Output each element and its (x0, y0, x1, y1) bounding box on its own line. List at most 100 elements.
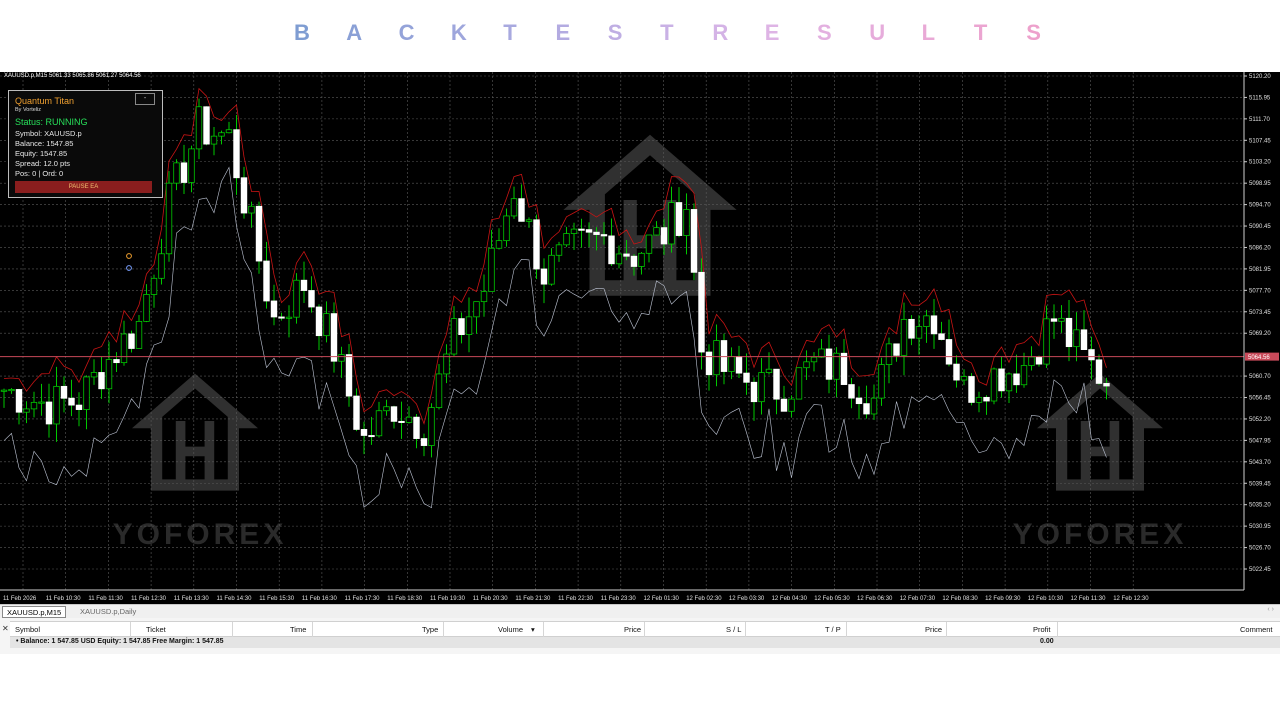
time-label: 12 Feb 09:30 (985, 596, 1021, 602)
candle (968, 373, 975, 406)
price-label: 5022.45 (1249, 567, 1271, 573)
ea-title: Quantum Titan (15, 96, 75, 106)
sort-arrow-icon[interactable]: ▾ (531, 625, 535, 634)
banner-letter: A (346, 20, 363, 45)
candle (68, 379, 75, 417)
time-label: 11 Feb 23:30 (601, 596, 637, 602)
candle (960, 369, 968, 386)
column-header-tp[interactable]: T / P (825, 625, 841, 634)
candle (443, 344, 450, 384)
candle (375, 401, 383, 438)
price-chart[interactable]: YOFOREX YOFOREX 5064.56 5120.205115.9551… (0, 72, 1280, 604)
column-header-type[interactable]: Type (422, 625, 438, 634)
candle (233, 115, 240, 195)
candle (225, 121, 233, 134)
candle (840, 339, 848, 385)
trade-exit-marker (126, 265, 132, 271)
candle (23, 401, 30, 424)
candle (143, 284, 150, 323)
candle (683, 193, 690, 255)
tab-scroll-arrows[interactable]: ‹ › (1267, 606, 1274, 613)
time-label: 12 Feb 08:30 (942, 596, 978, 602)
candle (458, 312, 465, 344)
candle (1073, 312, 1080, 362)
candle (398, 401, 405, 439)
minimize-button[interactable]: - (135, 93, 155, 105)
candle (383, 399, 390, 416)
candle (578, 218, 585, 248)
candle (825, 334, 833, 394)
candle (563, 226, 570, 247)
candle (345, 343, 353, 407)
time-axis[interactable]: 11 Feb 2026 11 Feb 10:30 11 Feb 11:30 11 Fe… (0, 589, 1244, 602)
balance-summary: • Balance: 1 547.85 USD Equity: 1 547.85… (16, 638, 224, 645)
column-header-price[interactable]: Price (624, 625, 641, 634)
candle (713, 324, 720, 387)
candle (1095, 354, 1103, 385)
column-header-sl[interactable]: S / L (726, 625, 741, 634)
candle (428, 403, 435, 458)
price-axis[interactable]: 5120.20 5115.95 5111.70 5107.45 5103.20 5098.… (1243, 72, 1271, 590)
candle (165, 171, 173, 262)
candle (53, 366, 60, 442)
candle (705, 344, 713, 391)
column-header-current-price[interactable]: Price (925, 625, 942, 634)
banner-letter: T (973, 20, 988, 45)
price-label: 5047.95 (1249, 438, 1271, 444)
candle (893, 343, 900, 362)
candle (510, 186, 518, 219)
candle (480, 274, 488, 317)
candle (120, 320, 128, 366)
pause-ea-button[interactable]: PAUSE EA (15, 181, 152, 193)
bid-line: 5064.56 (0, 352, 1279, 361)
time-label: 12 Feb 05:30 (814, 596, 850, 602)
candle (548, 248, 555, 286)
ea-equity: Equity: 1547.85 (15, 149, 68, 158)
candle (503, 208, 510, 247)
time-label: 11 Feb 22:30 (558, 596, 594, 602)
candle (1035, 355, 1043, 367)
candle (473, 301, 480, 334)
banner-letter: E (764, 20, 780, 45)
candle (645, 234, 653, 263)
candle (803, 350, 810, 381)
candle (158, 238, 165, 285)
candle (105, 341, 113, 404)
tab-xauusd-m15[interactable]: XAUUSD.p,M15 (2, 606, 67, 618)
column-header-profit[interactable]: Profit (1033, 625, 1051, 634)
candle (555, 241, 563, 262)
candle (150, 274, 158, 308)
candle (795, 367, 803, 400)
time-label: 11 Feb 11:30 (88, 596, 123, 602)
candle (818, 338, 825, 358)
candle (953, 355, 960, 388)
time-label: 12 Feb 04:30 (772, 596, 808, 602)
candle (8, 388, 15, 394)
candle (45, 383, 53, 438)
column-header-ticket[interactable]: Ticket (146, 625, 166, 634)
column-header-comment[interactable]: Comment (1240, 625, 1273, 634)
price-label: 5098.95 (1249, 181, 1271, 187)
column-header-time[interactable]: Time (290, 625, 306, 634)
column-header-volume[interactable]: Volume (498, 625, 523, 634)
chart-window[interactable]: YOFOREX YOFOREX 5064.56 5120.20 5115.95 51… (0, 72, 1280, 604)
time-label: 11 Feb 21:30 (515, 596, 551, 602)
ea-status: Status: RUNNING (15, 117, 88, 127)
candle (668, 186, 675, 253)
candle (240, 166, 248, 219)
time-label: 12 Feb 11:30 (1071, 596, 1107, 602)
price-label: 5026.70 (1249, 546, 1271, 552)
price-label: 5077.70 (1249, 288, 1271, 294)
candle (878, 357, 885, 406)
tab-xauusd-daily[interactable]: XAUUSD.p,Daily (76, 606, 140, 618)
close-icon[interactable]: ✕ (2, 624, 9, 633)
candle (863, 385, 870, 419)
column-header-symbol[interactable]: Symbol (15, 625, 40, 634)
price-label: 5035.20 (1249, 503, 1271, 509)
candle (810, 352, 818, 372)
price-label: 5060.70 (1249, 374, 1271, 380)
chart-grid (0, 72, 1244, 590)
candle (450, 306, 458, 357)
candle (570, 222, 578, 251)
candle (540, 258, 548, 304)
